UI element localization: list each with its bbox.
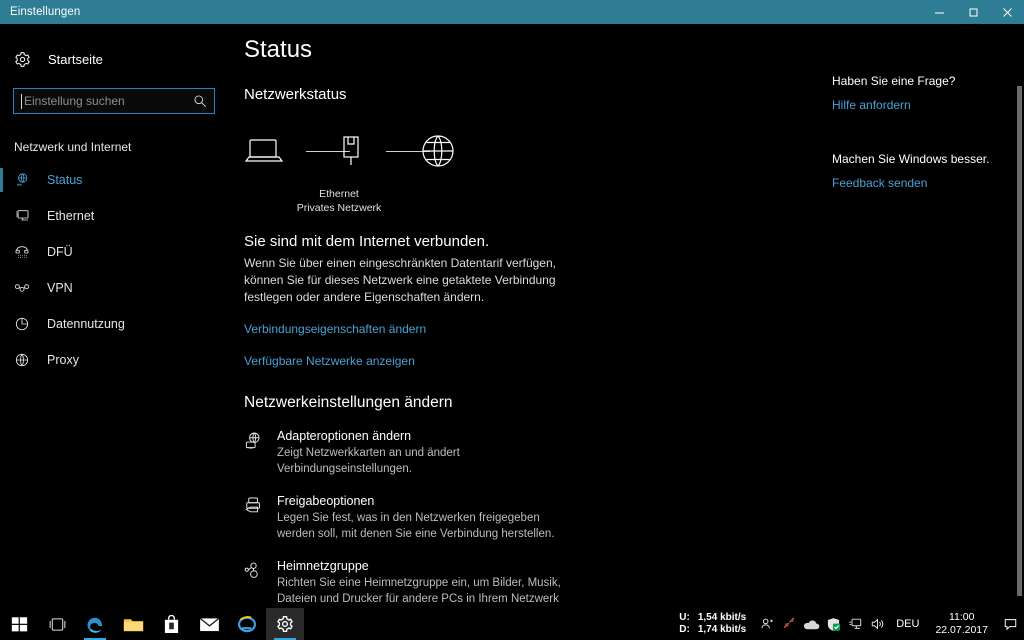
option-title: Adapteroptionen ändern <box>277 429 412 443</box>
pie-chart-icon <box>14 316 36 332</box>
taskbar: U: D: 1,54 kbit/s 1,74 kbit/s DEU 11:00 … <box>0 608 1024 640</box>
gear-icon <box>14 51 38 68</box>
store-button[interactable] <box>152 608 190 640</box>
restore-button[interactable] <box>956 0 990 24</box>
sidebar-item-ethernet[interactable]: Ethernet <box>0 198 228 234</box>
globe-icon <box>420 133 456 174</box>
diagram-label-line2: Privates Netzwerk <box>296 202 382 214</box>
change-settings-heading: Netzwerkeinstellungen ändern <box>244 394 453 411</box>
search-container: Einstellung suchen <box>13 88 215 114</box>
option-sharing-options[interactable]: Freigabeoptionen Legen Sie fest, was in … <box>244 494 674 542</box>
link-send-feedback[interactable]: Feedback senden <box>832 176 1012 190</box>
sidebar-item-status[interactable]: Status <box>0 162 228 198</box>
link-change-connection-properties[interactable]: Verbindungseigenschaften ändern <box>244 322 426 336</box>
file-explorer-button[interactable] <box>114 608 152 640</box>
network-status-icon <box>14 172 36 188</box>
sidebar-item-datennutzung[interactable]: Datennutzung <box>0 306 228 342</box>
option-description: Zeigt Netzwerkkarten an und ändert Verbi… <box>277 447 460 475</box>
question-heading: Haben Sie eine Frage? <box>832 74 956 88</box>
internet-explorer-button[interactable] <box>228 608 266 640</box>
window-controls <box>922 0 1024 24</box>
speaker-icon[interactable] <box>866 608 888 640</box>
sidebar-item-label: DFÜ <box>47 245 73 259</box>
system-tray: U: D: 1,54 kbit/s 1,74 kbit/s DEU 11:00 … <box>679 608 1024 640</box>
option-title: Heimnetzgruppe <box>277 559 369 573</box>
red-dot-icon[interactable] <box>778 608 800 640</box>
language-indicator[interactable]: DEU <box>888 618 927 630</box>
cloud-icon[interactable] <box>800 608 822 640</box>
settings-button[interactable] <box>266 608 304 640</box>
shield-check-icon[interactable] <box>822 608 844 640</box>
sidebar-item-label: VPN <box>47 281 73 295</box>
download-label: D: <box>679 624 690 635</box>
title-bar: Einstellungen <box>0 0 1024 24</box>
edge-button[interactable] <box>76 608 114 640</box>
option-adapter-options[interactable]: Adapteroptionen ändern Zeigt Netzwerkkar… <box>244 429 674 477</box>
task-view-button[interactable] <box>38 608 76 640</box>
close-button[interactable] <box>990 0 1024 24</box>
dialup-phone-icon <box>14 244 36 260</box>
option-title: Freigabeoptionen <box>277 494 375 508</box>
sidebar-item-proxy[interactable]: Proxy <box>0 342 228 378</box>
adapter-options-icon <box>244 429 272 477</box>
sidebar-item-label: Proxy <box>47 353 79 367</box>
action-center-button[interactable] <box>996 608 1024 640</box>
start-button[interactable] <box>0 608 38 640</box>
window-title: Einstellungen <box>10 6 81 18</box>
connection-description: Wenn Sie über einen eingeschränkten Date… <box>244 256 556 304</box>
sidebar-item-dfue[interactable]: DFÜ <box>0 234 228 270</box>
download-value: 1,74 kbit/s <box>697 624 747 635</box>
minimize-button[interactable] <box>922 0 956 24</box>
person-icon[interactable] <box>756 608 778 640</box>
settings-window: Einstellungen Startseite Einstellung suc… <box>0 0 1024 640</box>
diagram-label-line1: Ethernet <box>319 188 359 200</box>
link-show-available-networks[interactable]: Verfügbare Netzwerke anzeigen <box>244 354 415 368</box>
mail-button[interactable] <box>190 608 228 640</box>
diagram-label: Ethernet Privates Netzwerk <box>244 187 434 215</box>
clock-date: 22.07.2017 <box>935 624 988 636</box>
vertical-scrollbar[interactable] <box>1017 86 1022 596</box>
vpn-key-icon <box>14 280 36 296</box>
feedback-heading: Machen Sie Windows besser. <box>832 152 990 166</box>
sidebar-item-label: Status <box>47 173 83 187</box>
upload-value: 1,54 kbit/s <box>697 612 747 623</box>
sidebar-home-label: Startseite <box>48 51 103 67</box>
network-diagram <box>244 121 724 187</box>
clock-time: 11:00 <box>948 611 975 623</box>
sidebar-item-home[interactable]: Startseite <box>0 44 228 74</box>
search-icon[interactable] <box>193 94 207 113</box>
sharing-options-icon <box>244 494 272 542</box>
network-speed-monitor[interactable]: U: D: 1,54 kbit/s 1,74 kbit/s <box>679 612 746 636</box>
globe-icon <box>14 352 36 368</box>
clock[interactable]: 11:00 22.07.2017 <box>927 611 996 637</box>
monitor-icon <box>14 208 36 224</box>
search-input[interactable]: Einstellung suchen <box>13 88 215 114</box>
sidebar-item-vpn[interactable]: VPN <box>0 270 228 306</box>
upload-label: U: <box>679 612 690 623</box>
sidebar-item-label: Ethernet <box>47 209 95 223</box>
monitor-network-icon[interactable] <box>844 608 866 640</box>
sidebar-section-label: Netzwerk und Internet <box>14 140 132 154</box>
sidebar: Startseite Einstellung suchen Netzwerk u… <box>0 24 228 608</box>
link-get-help[interactable]: Hilfe anfordern <box>832 98 1012 112</box>
sidebar-item-label: Datennutzung <box>47 317 125 331</box>
search-placeholder: Einstellung suchen <box>24 94 125 108</box>
option-description: Legen Sie fest, was in den Netzwerken fr… <box>277 512 555 540</box>
ethernet-plug-icon <box>338 135 364 174</box>
text-caret <box>21 94 22 109</box>
laptop-icon <box>244 135 284 172</box>
connection-title: Sie sind mit dem Internet verbunden. <box>244 233 490 250</box>
right-panel: Haben Sie eine Frage? Hilfe anfordern Ma… <box>832 24 1012 190</box>
